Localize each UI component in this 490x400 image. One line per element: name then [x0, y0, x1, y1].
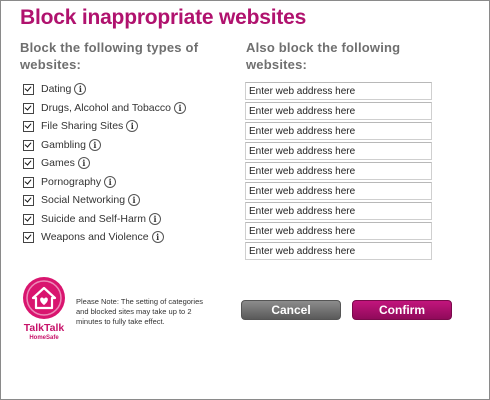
category-item-suicide-self-harm[interactable]: Suicide and Self-Harm i: [23, 211, 162, 227]
cancel-button[interactable]: Cancel: [241, 300, 341, 320]
checkbox[interactable]: [23, 83, 34, 95]
category-label: Gambling: [41, 139, 86, 151]
category-label: Suicide and Self-Harm: [41, 213, 147, 225]
category-item-file-sharing[interactable]: File Sharing Sites i: [23, 118, 139, 134]
web-address-input[interactable]: [245, 182, 432, 200]
web-address-input[interactable]: [245, 142, 432, 160]
dialog-window: Block inappropriate websites Block the f…: [0, 0, 490, 400]
info-icon[interactable]: i: [128, 194, 141, 206]
category-item-weapons-violence[interactable]: Weapons and Violence i: [23, 229, 164, 245]
confirm-button[interactable]: Confirm: [352, 300, 452, 320]
checkbox[interactable]: [23, 231, 34, 243]
info-icon[interactable]: i: [77, 157, 90, 169]
category-item-games[interactable]: Games i: [23, 155, 90, 171]
info-icon[interactable]: i: [151, 231, 164, 243]
category-item-drugs[interactable]: Drugs, Alcohol and Tobacco i: [23, 100, 186, 116]
category-item-gambling[interactable]: Gambling i: [23, 137, 101, 153]
category-label: Social Networking: [41, 194, 126, 206]
checkbox[interactable]: [23, 176, 34, 188]
checkbox[interactable]: [23, 194, 34, 206]
web-address-input[interactable]: [245, 82, 432, 100]
categories-heading: Block the following types of websites:: [20, 40, 199, 72]
info-icon[interactable]: i: [173, 102, 186, 114]
web-address-input[interactable]: [245, 242, 432, 260]
product-text: HomeSafe: [29, 335, 59, 341]
category-label: Drugs, Alcohol and Tobacco: [41, 102, 171, 114]
info-icon[interactable]: i: [149, 213, 162, 225]
category-item-dating[interactable]: Dating i: [23, 81, 87, 97]
web-address-input[interactable]: [245, 202, 432, 220]
category-label: Weapons and Violence: [41, 231, 149, 243]
web-address-input[interactable]: [245, 122, 432, 140]
brand-text: TalkTalk: [24, 322, 65, 334]
info-icon[interactable]: i: [126, 120, 139, 132]
house-heart-icon: TalkTalk HomeSafe: [23, 277, 65, 341]
info-icon[interactable]: i: [88, 139, 101, 151]
category-label: Dating: [41, 83, 72, 95]
checkbox[interactable]: [23, 139, 34, 151]
category-label: Pornography: [41, 176, 102, 188]
page-title: Block inappropriate websites: [20, 6, 307, 29]
settings-note: Please Note: The setting of categories a…: [76, 297, 204, 326]
category-label: Games: [41, 157, 75, 169]
checkbox[interactable]: [23, 157, 34, 169]
checkbox[interactable]: [23, 120, 34, 132]
checkbox[interactable]: [23, 213, 34, 225]
web-address-input[interactable]: [245, 102, 432, 120]
info-icon[interactable]: i: [104, 176, 117, 188]
category-label: File Sharing Sites: [41, 120, 124, 132]
checkbox[interactable]: [23, 102, 34, 114]
category-item-social-networking[interactable]: Social Networking i: [23, 192, 141, 208]
custom-sites-heading: Also block the following websites:: [246, 40, 401, 72]
info-icon[interactable]: i: [74, 83, 87, 95]
web-address-input[interactable]: [245, 162, 432, 180]
category-item-pornography[interactable]: Pornography i: [23, 174, 117, 190]
web-address-input[interactable]: [245, 222, 432, 240]
talktalk-homesafe-logo: TalkTalk HomeSafe: [19, 276, 69, 346]
